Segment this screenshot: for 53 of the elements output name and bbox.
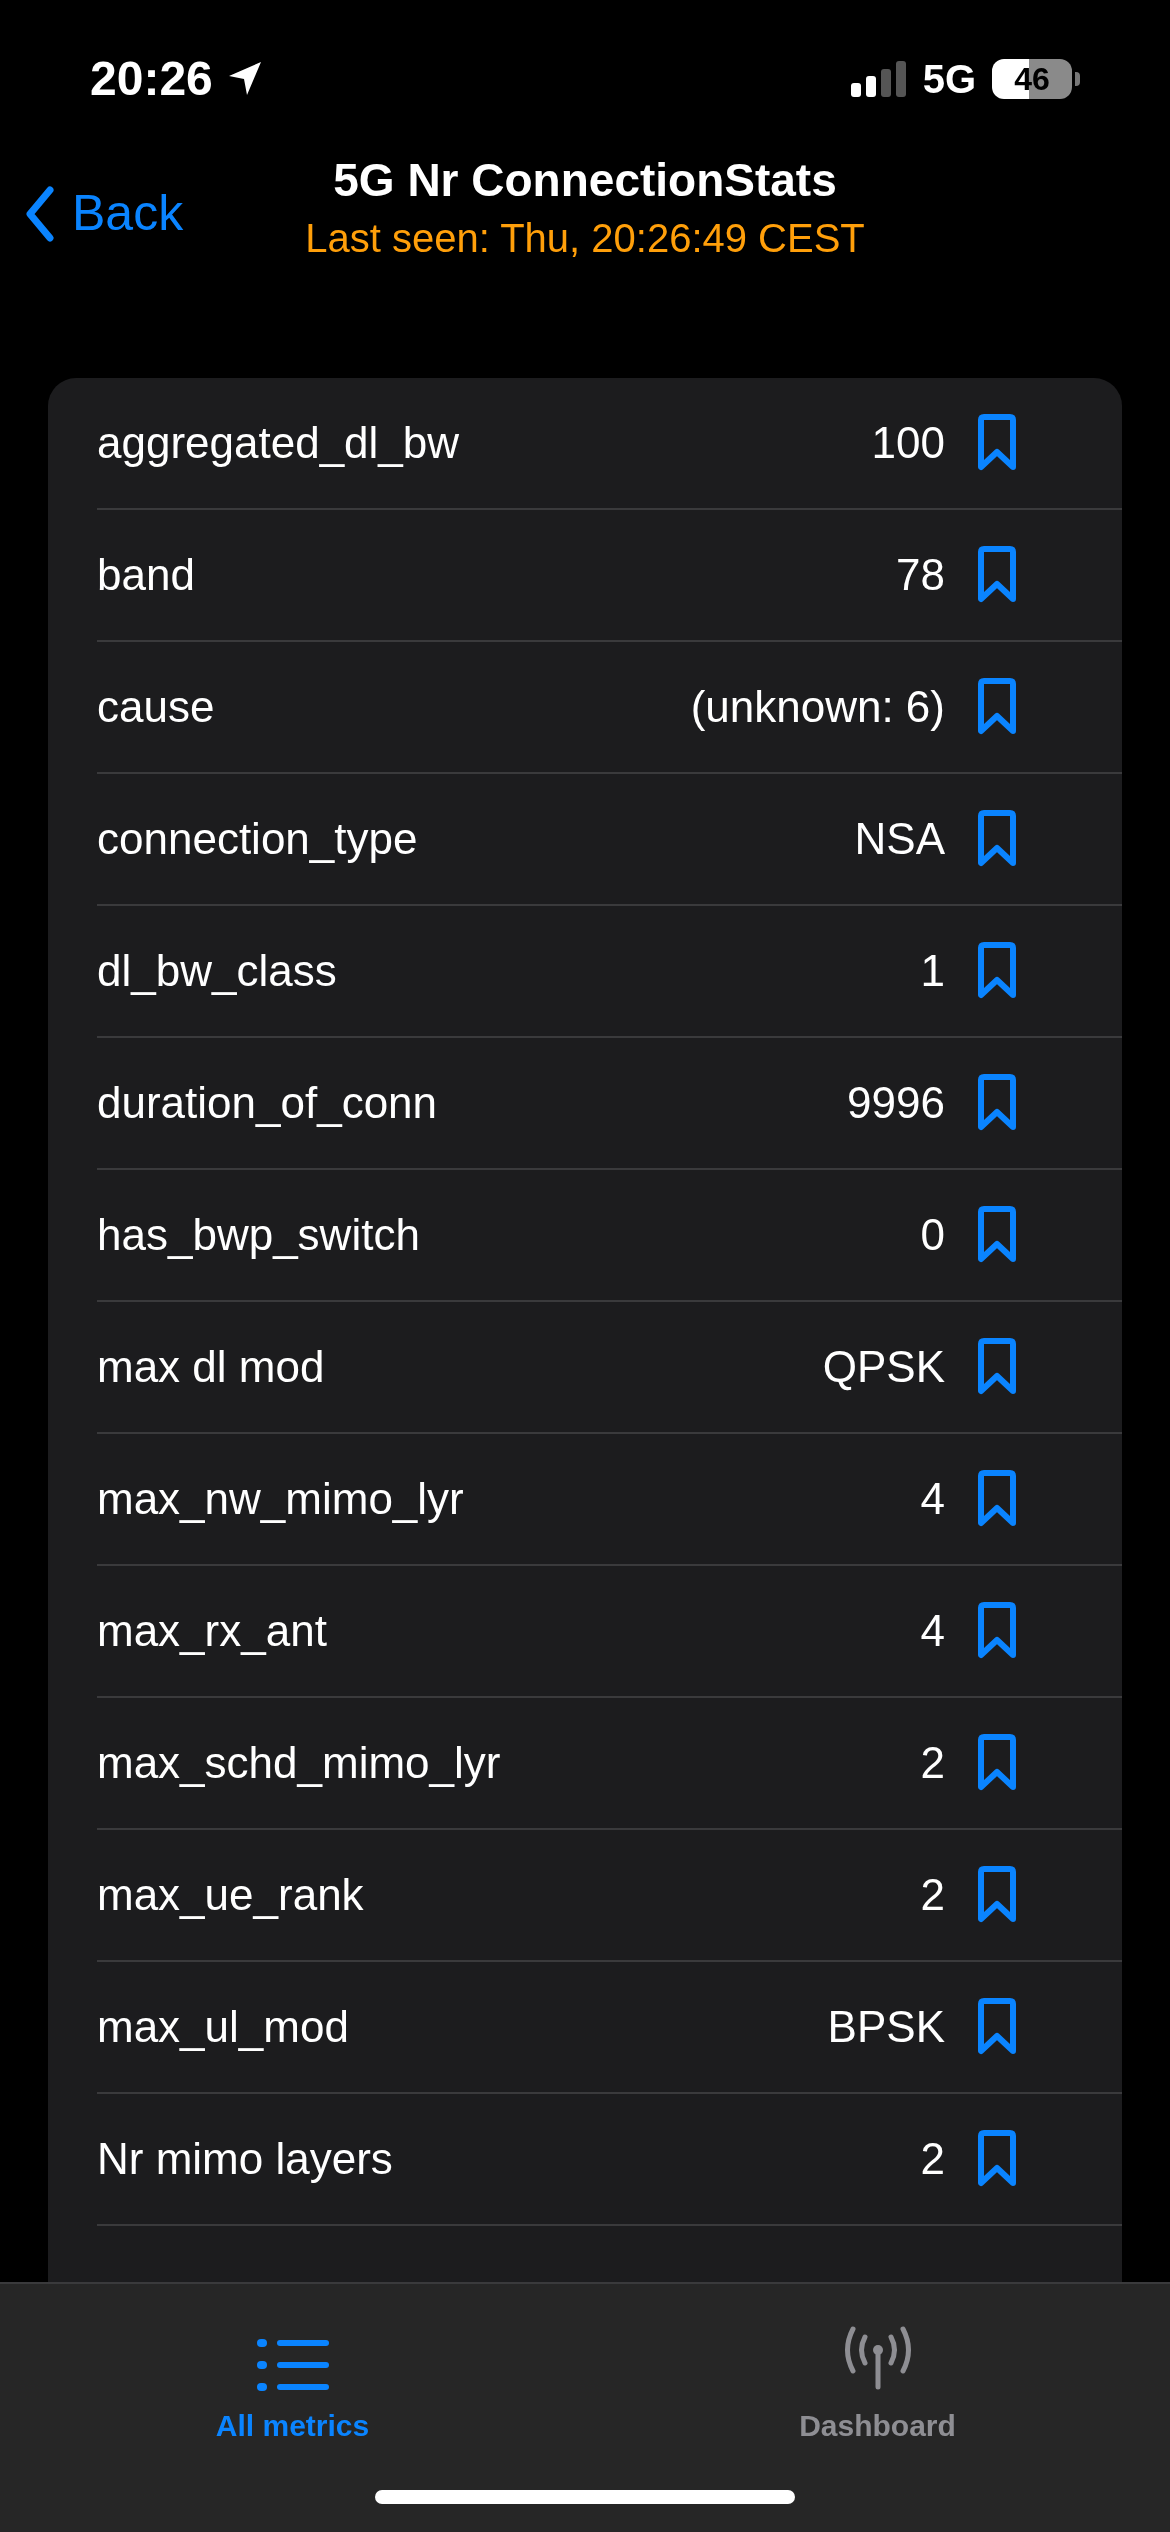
status-time: 20:26 [90, 51, 213, 107]
metric-name: max_rx_ant [97, 1605, 328, 1657]
metric-name: has_bwp_switch [97, 1209, 421, 1261]
metric-name: max_ue_rank [97, 1869, 365, 1921]
bookmark-icon[interactable] [977, 1734, 1017, 1792]
metric-value: BPSK [827, 2001, 945, 2053]
last-seen-subtitle: Last seen: Thu, 20:26:49 CEST [305, 215, 865, 262]
tab-button[interactable]: Dashboard [585, 2308, 1170, 2448]
metric-value: 9996 [847, 1077, 945, 1129]
signal-icon [850, 61, 907, 97]
bookmark-icon[interactable] [977, 414, 1017, 472]
bookmark-icon[interactable] [977, 1602, 1017, 1660]
battery-cap [1075, 72, 1080, 86]
bookmark-icon[interactable] [977, 1470, 1017, 1528]
tab-button[interactable]: All metrics [0, 2308, 585, 2448]
bookmark-icon[interactable] [977, 1998, 1017, 2056]
screen-title: 5G Nr ConnectionStats [333, 153, 837, 208]
list-icon [256, 2339, 329, 2391]
metric-name: duration_of_conn [97, 1077, 439, 1129]
bookmark-icon[interactable] [977, 1866, 1017, 1924]
metric-value: (unknown: 6) [690, 681, 945, 733]
metric-name: max_schd_mimo_lyr [97, 1737, 502, 1789]
back-chevron-icon [24, 185, 56, 242]
metric-value: NSA [854, 813, 945, 865]
metric-value: 2 [920, 2133, 945, 2185]
metric-name: band [97, 549, 196, 601]
metric-value: 78 [896, 549, 945, 601]
bookmark-icon[interactable] [977, 942, 1017, 1000]
metric-value: 1 [920, 945, 945, 997]
metric-value: 4 [920, 1605, 945, 1657]
metric-name: dl_bw_class [97, 945, 338, 997]
bookmark-icon[interactable] [977, 1074, 1017, 1132]
metric-value: 2 [920, 1737, 945, 1789]
metric-name: max_ul_mod [97, 2001, 350, 2053]
metric-name: aggregated_dl_bw [97, 417, 461, 469]
bookmark-icon[interactable] [977, 1338, 1017, 1396]
metric-value: 100 [871, 417, 945, 469]
back-button[interactable]: Back [24, 176, 184, 251]
metric-name: max dl mod [97, 1341, 326, 1393]
bookmark-icon[interactable] [977, 546, 1017, 604]
metric-value: QPSK [822, 1341, 945, 1393]
bookmark-icon[interactable] [977, 810, 1017, 868]
bookmark-icon[interactable] [977, 678, 1017, 736]
bookmark-icon[interactable] [977, 1206, 1017, 1264]
metric-value: 0 [920, 1209, 945, 1261]
metric-name: Nr mimo layers [97, 2133, 394, 2185]
metric-name: connection_type [97, 813, 419, 865]
bookmark-icon[interactable] [977, 2130, 1017, 2188]
metric-name: max_nw_mimo_lyr [97, 1473, 465, 1525]
metric-value: 4 [920, 1473, 945, 1525]
network-type: 5G [922, 56, 976, 103]
metric-name: cause [97, 681, 216, 733]
metric-value: 2 [920, 1869, 945, 1921]
